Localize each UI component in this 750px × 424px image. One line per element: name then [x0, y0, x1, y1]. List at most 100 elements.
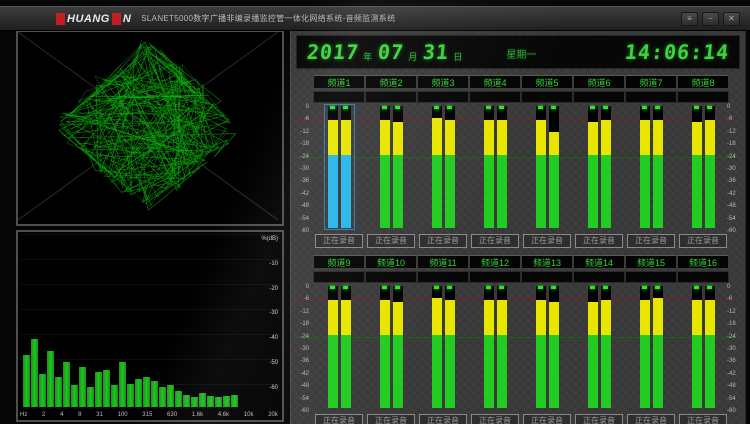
level-bar: [393, 286, 403, 408]
peak-indicator: [330, 286, 335, 289]
clock-year-unit: 年: [363, 50, 372, 63]
channel-button[interactable]: 频道10: [365, 255, 417, 269]
vu-meter[interactable]: [429, 285, 458, 409]
level-segment-low: [328, 335, 338, 408]
spectrum-freq-tick: 10k: [244, 412, 254, 418]
vu-meter[interactable]: [689, 105, 718, 229]
peak-indicator: [447, 106, 452, 109]
spectrum-bar: [135, 379, 142, 407]
spectrum-freq-tick: 100: [118, 412, 128, 418]
vu-meter[interactable]: [533, 285, 562, 409]
peak-indicator: [538, 286, 543, 289]
logo-text-suffix: N: [123, 13, 131, 25]
spectrum-db-tick: -50: [269, 360, 278, 366]
vu-meter[interactable]: [377, 285, 406, 409]
recording-status-badge: 正在录音: [575, 414, 623, 424]
vu-meter[interactable]: [585, 285, 614, 409]
channel-button[interactable]: 频道16: [677, 255, 729, 269]
channel-info-display: [417, 271, 469, 283]
level-segment-high: [692, 122, 702, 155]
vu-meter[interactable]: [689, 285, 718, 409]
spectrum-freq-tick: 315: [142, 412, 152, 418]
channel-column: 频道3正在录音: [417, 75, 469, 275]
level-segment-high: [341, 300, 351, 335]
spectrum-db-tick: -20: [269, 286, 278, 292]
peak-indicator: [655, 106, 660, 109]
channel-strip: 频道9正在录音频道10正在录音频道11正在录音频道12正在录音频道13正在录音频…: [313, 255, 723, 424]
db-tick: 0: [306, 104, 309, 110]
peak-indicator: [330, 106, 335, 109]
vu-meter-selected[interactable]: [325, 105, 354, 229]
level-segment-low: [705, 155, 715, 228]
channel-button[interactable]: 频道5: [521, 75, 573, 89]
vu-meter[interactable]: [637, 105, 666, 229]
channel-button[interactable]: 频道12: [469, 255, 521, 269]
channel-info-display: [365, 271, 417, 283]
spectrum-bar: [127, 384, 134, 407]
channel-column: 频道13正在录音: [521, 255, 573, 424]
channel-button[interactable]: 频道1: [313, 75, 365, 89]
channel-button[interactable]: 频道2: [365, 75, 417, 89]
window-controls: ≡ − ✕: [681, 12, 740, 26]
channel-button[interactable]: 频道9: [313, 255, 365, 269]
peak-indicator: [434, 286, 439, 289]
level-segment-high: [601, 300, 611, 335]
vu-meter[interactable]: [481, 105, 510, 229]
channel-column: 频道7正在录音: [625, 75, 677, 275]
channel-button[interactable]: 频道4: [469, 75, 521, 89]
level-segment-high: [692, 300, 702, 335]
peak-indicator: [655, 286, 660, 289]
vu-meter[interactable]: [429, 105, 458, 229]
vu-meter[interactable]: [377, 105, 406, 229]
vu-meter[interactable]: [533, 105, 562, 229]
level-segment-low: [432, 155, 442, 228]
level-segment-low: [692, 155, 702, 228]
channel-info-display: [677, 91, 729, 103]
level-bar: [640, 286, 650, 408]
peak-indicator: [499, 286, 504, 289]
channel-button[interactable]: 频道11: [417, 255, 469, 269]
vectorscope-display: [18, 32, 278, 220]
channel-column: 频道15正在录音: [625, 255, 677, 424]
vu-meter[interactable]: [325, 285, 354, 409]
vu-meter[interactable]: [585, 105, 614, 229]
level-segment-high: [497, 300, 507, 335]
level-segment-high: [445, 120, 455, 155]
spectrum-bars: [23, 234, 238, 407]
channel-button[interactable]: 频道8: [677, 75, 729, 89]
channel-button[interactable]: 频道14: [573, 255, 625, 269]
close-icon[interactable]: ✕: [723, 12, 740, 26]
channel-info-display: [521, 91, 573, 103]
vu-meter[interactable]: [637, 285, 666, 409]
level-segment-high: [640, 120, 650, 155]
level-segment-high: [341, 120, 351, 155]
peak-indicator: [551, 106, 556, 109]
spectrum-plot: %(dB)-10-20-30-40-50-60: [20, 234, 280, 407]
minimize-icon[interactable]: −: [702, 12, 719, 26]
datetime-display: 2017 年 07 月 31 日 星期一 14:06:14: [296, 35, 740, 69]
level-bar: [445, 106, 455, 228]
peak-indicator: [707, 286, 712, 289]
level-bar: [692, 286, 702, 408]
channel-info-display: [573, 271, 625, 283]
channel-button[interactable]: 频道13: [521, 255, 573, 269]
spectrum-bar: [231, 395, 238, 407]
channel-info-display: [469, 91, 521, 103]
spectrum-freq-tick: 630: [167, 412, 177, 418]
peak-indicator: [642, 286, 647, 289]
level-segment-high: [445, 300, 455, 335]
channel-info-display: [417, 91, 469, 103]
level-bar: [692, 106, 702, 228]
meter-row-1: 0-6-12-18-24-30-36-42-48-54-600-6-12-18-…: [293, 75, 743, 275]
level-segment-low: [640, 155, 650, 228]
vu-meter[interactable]: [481, 285, 510, 409]
level-segment-low: [497, 335, 507, 408]
channel-button[interactable]: 频道6: [573, 75, 625, 89]
level-segment-low: [601, 155, 611, 228]
channel-button[interactable]: 频道15: [625, 255, 677, 269]
level-bar: [380, 286, 390, 408]
menu-icon[interactable]: ≡: [681, 12, 698, 26]
level-segment-high: [705, 120, 715, 155]
channel-button[interactable]: 频道7: [625, 75, 677, 89]
channel-button[interactable]: 频道3: [417, 75, 469, 89]
